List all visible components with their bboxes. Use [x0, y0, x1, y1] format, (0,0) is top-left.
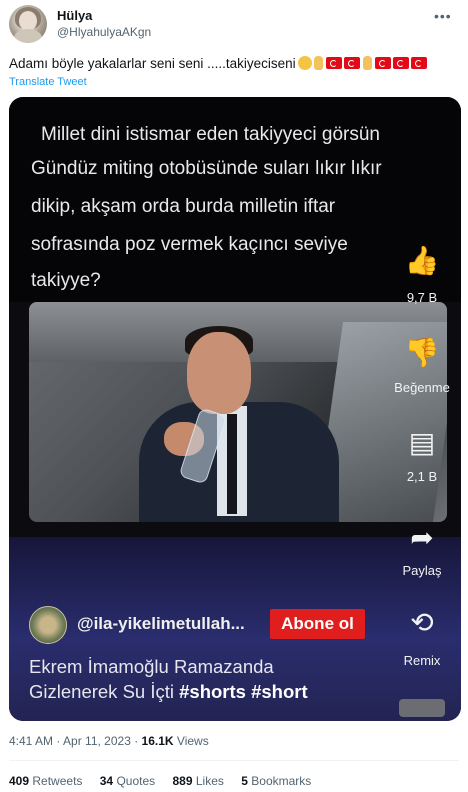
share-action[interactable]: ➦	[387, 522, 457, 554]
avatar[interactable]	[9, 5, 47, 43]
tweet-meta: 4:41 AM · Apr 11, 2023 · 16.1K Views	[9, 734, 209, 748]
video-frame[interactable]	[29, 302, 447, 522]
remix-action[interactable]: ⟲	[387, 607, 457, 639]
channel-avatar[interactable]	[29, 606, 67, 644]
bookmarks-stat[interactable]: 5 Bookmarks	[241, 774, 311, 788]
dislike-action[interactable]: 👎	[387, 337, 457, 369]
dislike-label: Beğenme	[394, 380, 450, 395]
like-count: 9,7 B	[406, 290, 438, 305]
tweet-text: Adamı böyle yakalarlar seni seni .....ta…	[9, 56, 428, 71]
divider	[9, 760, 459, 761]
tweet-time[interactable]: 4:41 AM	[9, 734, 53, 748]
views-count: 16.1K	[141, 734, 174, 748]
turkish-flag-icon	[343, 57, 360, 69]
channel-name[interactable]: @ila-yikelimetullah...	[77, 614, 245, 634]
share-label: Paylaş	[402, 563, 442, 578]
tweet-date[interactable]: Apr 11, 2023	[63, 734, 131, 748]
caption-line: dikip, akşam orda burda milletin iftar	[31, 196, 336, 217]
remix-label: Remix	[403, 653, 441, 668]
next-video-thumbnail[interactable]	[399, 699, 445, 717]
turkish-flag-icon	[392, 57, 409, 69]
video-title-line: Gizlenerek Su İçti #shorts #short	[29, 681, 308, 702]
share-arrow-icon: ➦	[410, 522, 434, 553]
video-hashtags[interactable]: #shorts #short	[179, 681, 308, 702]
thinking-face-icon	[297, 56, 312, 70]
author-name[interactable]: Hülya	[57, 8, 92, 23]
caption-line: sofrasında poz vermek kaçıncı seviye	[31, 234, 348, 255]
views-label: Views	[176, 734, 209, 748]
victory-hand-icon	[362, 56, 372, 70]
quotes-stat[interactable]: 34 Quotes	[100, 774, 155, 788]
comments-action[interactable]: ▤	[387, 427, 457, 459]
hand-icon	[313, 56, 323, 70]
turkish-flag-icon	[374, 57, 391, 69]
translate-link[interactable]: Translate Tweet	[9, 76, 87, 88]
comments-count: 2,1 B	[406, 469, 438, 484]
likes-stat[interactable]: 889 Likes	[173, 774, 224, 788]
retweets-stat[interactable]: 409 Retweets	[9, 774, 82, 788]
video-title-line: Ekrem İmamoğlu Ramazanda	[29, 656, 274, 677]
caption-line: takiyye?	[31, 270, 101, 291]
remix-icon: ⟲	[410, 607, 434, 638]
turkish-flag-icon	[325, 57, 342, 69]
thumbs-up-icon: 👍	[404, 245, 440, 276]
tweet-stats: 409 Retweets 34 Quotes 889 Likes 5 Bookm…	[9, 774, 325, 788]
caption-line: Gündüz miting otobüsünde suları lıkır lı…	[31, 158, 382, 179]
author-handle[interactable]: @HlyahulyaAKgn	[57, 25, 151, 39]
subscribe-button[interactable]: Abone ol	[270, 609, 365, 639]
thumbs-down-icon: 👎	[404, 337, 440, 368]
turkish-flag-icon	[410, 57, 427, 69]
tweet-media[interactable]: Millet dini istismar eden takiyyeci görs…	[9, 97, 461, 721]
more-icon[interactable]: •••	[434, 8, 452, 24]
caption-line: Millet dini istismar eden takiyyeci görs…	[41, 124, 380, 145]
comment-icon: ▤	[408, 427, 436, 458]
like-action[interactable]: 👍	[387, 245, 457, 277]
